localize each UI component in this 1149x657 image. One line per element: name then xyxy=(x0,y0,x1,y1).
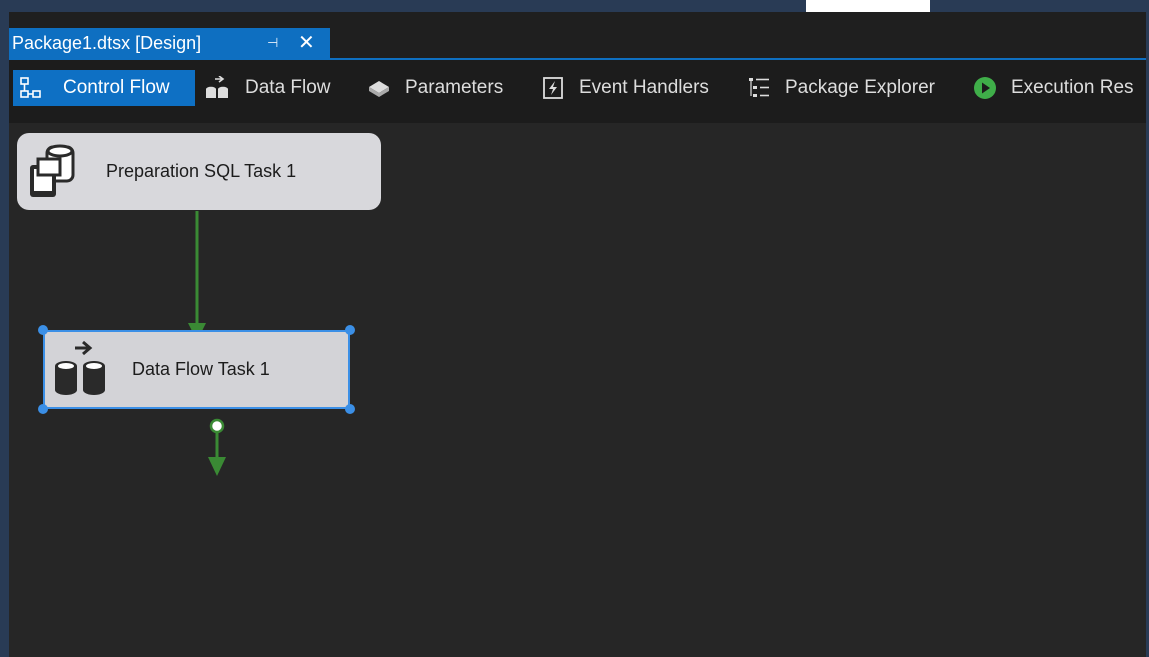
top-strip xyxy=(0,0,1149,12)
tab-package-explorer-label: Package Explorer xyxy=(785,77,935,98)
control-flow-icon xyxy=(20,77,41,98)
selection-handle-top-left[interactable] xyxy=(38,325,48,335)
selection-handle-bottom-left[interactable] xyxy=(38,404,48,414)
sql-task-icon xyxy=(30,144,75,197)
task-preparation-sql[interactable]: Preparation SQL Task 1 xyxy=(17,133,381,210)
close-icon[interactable]: ✕ xyxy=(298,28,315,58)
tab-parameters-label: Parameters xyxy=(405,77,504,98)
designer-window: Package1.dtsx [Design] ⊣ ✕ Control Flow xyxy=(9,12,1146,657)
design-canvas[interactable]: Preparation SQL Task 1 Data Flow Task 1 xyxy=(9,123,1146,657)
tab-package-explorer[interactable]: Package Explorer xyxy=(741,70,951,106)
tab-execution-results[interactable]: Execution Res xyxy=(967,70,1146,106)
document-tab[interactable]: Package1.dtsx [Design] ⊣ ✕ xyxy=(9,28,330,58)
event-handlers-icon xyxy=(543,77,563,99)
package-explorer-icon xyxy=(749,78,769,97)
precedence-constraint[interactable] xyxy=(188,211,206,341)
pin-icon[interactable]: ⊣ xyxy=(267,28,278,58)
tab-control-flow-label: Control Flow xyxy=(63,77,170,98)
data-flow-task-icon xyxy=(55,340,105,395)
unconnected-precedence-arrow[interactable] xyxy=(208,433,226,476)
data-flow-icon xyxy=(206,76,228,98)
tab-event-handlers-label: Event Handlers xyxy=(579,77,709,98)
tab-data-flow[interactable]: Data Flow xyxy=(199,70,349,106)
parameters-icon xyxy=(369,81,389,97)
document-tab-title: Package1.dtsx [Design] xyxy=(12,33,202,53)
selection-handle-bottom-right[interactable] xyxy=(345,404,355,414)
title-bar-block xyxy=(806,0,930,12)
tab-event-handlers[interactable]: Event Handlers xyxy=(535,70,725,106)
designer-toolbar: Control Flow Data Flow Parameters Event … xyxy=(9,60,1146,123)
task-data-flow[interactable]: Data Flow Task 1 xyxy=(43,330,350,409)
task-data-flow-name: Data Flow Task 1 xyxy=(132,359,270,379)
task-preparation-sql-name: Preparation SQL Task 1 xyxy=(106,161,297,181)
selection-handle-top-right[interactable] xyxy=(345,325,355,335)
tab-execution-results-label: Execution Res xyxy=(1011,77,1134,98)
document-tab-row: Package1.dtsx [Design] ⊣ ✕ xyxy=(9,12,1146,58)
tab-control-flow[interactable]: Control Flow xyxy=(13,70,195,106)
tab-data-flow-label: Data Flow xyxy=(245,77,331,98)
execution-results-icon xyxy=(974,77,996,99)
tab-parameters[interactable]: Parameters xyxy=(361,70,521,106)
